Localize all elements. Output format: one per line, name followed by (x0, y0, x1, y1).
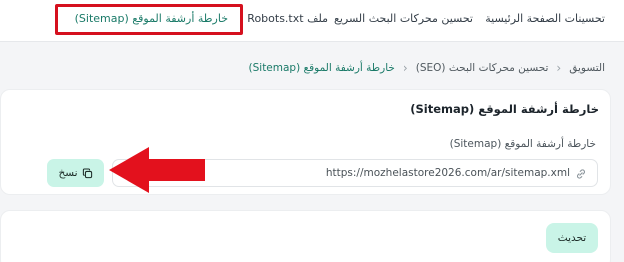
breadcrumb: التسويق ‹ تحسين محركات البحث (SEO) ‹ خار… (249, 58, 606, 78)
refresh-card: تحديث (0, 210, 611, 262)
copy-icon (82, 168, 92, 178)
link-icon (577, 169, 585, 179)
tab-quick-seo[interactable]: تحسين محركات البحث السريع (334, 12, 473, 25)
tab-robots-txt[interactable]: ملف Robots.txt (247, 12, 328, 25)
refresh-button[interactable]: تحديث (546, 223, 598, 253)
breadcrumb-seo[interactable]: تحسين محركات البحث (SEO) (416, 62, 549, 74)
sitemap-url-label: خارطة أرشفة الموقع (Sitemap) (449, 138, 596, 150)
breadcrumb-sitemap: خارطة أرشفة الموقع (Sitemap) (248, 62, 395, 74)
copy-button-label: نسخ (58, 167, 78, 179)
tab-homepage-improvements[interactable]: تحسينات الصفحة الرئيسية (485, 12, 605, 25)
chevron-left-icon: ‹ (402, 61, 408, 75)
breadcrumb-marketing[interactable]: التسويق (569, 62, 605, 74)
tab-bar: تحسينات الصفحة الرئيسية تحسين محركات الب… (0, 0, 624, 42)
red-arrow-annotation (109, 147, 205, 193)
sitemap-card: خارطة أرشفة الموقع (Sitemap) خارطة أرشفة… (0, 89, 611, 195)
copy-button[interactable]: نسخ (47, 159, 104, 187)
sitemap-url-value: https://mozhelastore2026.com/ar/sitemap.… (325, 167, 570, 179)
chevron-left-icon: ‹ (556, 61, 562, 75)
card-title: خارطة أرشفة الموقع (Sitemap) (410, 102, 599, 116)
sitemap-tab-highlight-box (55, 4, 243, 35)
